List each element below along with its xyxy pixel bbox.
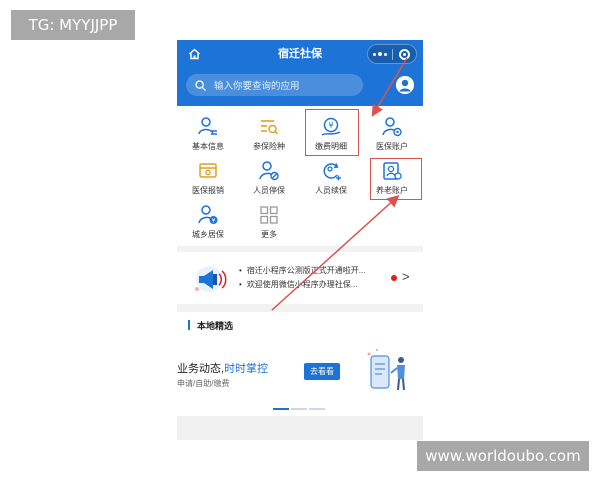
- wallet-card-icon: [197, 160, 219, 182]
- person-shield-icon: [381, 116, 403, 138]
- grid-item-label: 人员续保: [315, 186, 347, 195]
- person-stop-icon: [258, 160, 280, 182]
- local-section-header: 本地精选: [177, 312, 423, 338]
- grid-item-basic-info[interactable]: 基本信息: [177, 106, 239, 151]
- search-icon: [195, 79, 206, 91]
- grid-item-person-renew[interactable]: 人员续保: [300, 150, 362, 195]
- grid-item-label: 更多: [261, 230, 277, 239]
- notice-line: 欢迎使用微信小程序办理社保...: [239, 278, 365, 292]
- notice-line: 宿迁小程序公测版正式开通啦开...: [239, 264, 366, 278]
- person-money-icon: ¥: [197, 204, 219, 226]
- service-grid: 基本信息 参保险种 ¥ 缴费明细 医保账户 医保报销 人员停保 人员续保 养老账…: [177, 106, 423, 246]
- search-input[interactable]: 输入你要查询的应用: [186, 74, 363, 96]
- grid-more-icon: [258, 204, 280, 226]
- carousel-dot[interactable]: [273, 408, 289, 410]
- banner-title: 业务动态,时时掌控: [177, 360, 268, 376]
- person-renew-icon: [320, 160, 342, 182]
- close-button[interactable]: [393, 48, 417, 60]
- close-icon: [398, 48, 410, 60]
- unread-dot: [391, 275, 397, 281]
- grid-item-more[interactable]: 更多: [238, 194, 300, 239]
- mini-program-capsule: [367, 44, 417, 64]
- banner-subtitle: 申请/自助/缴费: [177, 379, 230, 388]
- grid-item-medical-account[interactable]: 医保账户: [361, 106, 423, 151]
- grid-item-insurance-types[interactable]: 参保险种: [238, 106, 300, 151]
- grid-item-person-stop[interactable]: 人员停保: [238, 150, 300, 195]
- go-see-button[interactable]: 去看看: [304, 363, 340, 380]
- avatar[interactable]: [396, 76, 414, 94]
- carousel-dot[interactable]: [291, 408, 307, 410]
- watermark-bottom-right: www.worldoubo.com: [417, 441, 589, 471]
- promo-banner[interactable]: 业务动态,时时掌控 申请/自助/缴费 去看看: [177, 338, 423, 416]
- notice-lines: 宿迁小程序公测版正式开通啦开... 欢迎使用微信小程序办理社保...: [239, 264, 366, 292]
- app-header: 宿迁社保 输入你要查询的应用: [177, 40, 423, 106]
- list-search-icon: [258, 116, 280, 138]
- grid-item-medical-reimbursement[interactable]: 医保报销: [177, 150, 239, 195]
- watermark-top-left: TG: MYYJJPP: [11, 10, 135, 40]
- avatar-icon: [396, 76, 414, 94]
- banner-title-accent: 时时掌控: [224, 363, 269, 375]
- banner-title-prefix: 业务动态,: [177, 363, 225, 375]
- highlight-box-pension: [370, 158, 422, 200]
- grid-item-urban-rural-insurance[interactable]: ¥ 城乡居保: [177, 194, 239, 239]
- phone-screen: 宿迁社保 输入你要查询的应用 基本信息 参保险种 ¥ 缴费明细 医保账户 医保报…: [177, 40, 423, 440]
- more-button[interactable]: [368, 52, 392, 56]
- person-card-icon: [197, 116, 219, 138]
- phone-illustration-icon: [363, 346, 423, 396]
- search-placeholder: 输入你要查询的应用: [214, 81, 300, 92]
- grid-item-label: 城乡居保: [192, 230, 224, 239]
- carousel-indicator: [177, 406, 423, 412]
- highlight-box-payment: [305, 109, 359, 156]
- notice-bar[interactable]: 宿迁小程序公测版正式开通啦开... 欢迎使用微信小程序办理社保... >: [177, 252, 423, 304]
- megaphone-icon: [191, 262, 231, 294]
- section-accent-bar: [188, 320, 190, 330]
- chevron-right-icon[interactable]: >: [402, 269, 410, 284]
- carousel-dot[interactable]: [309, 408, 325, 410]
- svg-text:¥: ¥: [212, 218, 216, 225]
- section-title: 本地精选: [197, 321, 234, 331]
- bottom-area: [177, 416, 423, 440]
- more-icon: [372, 52, 387, 56]
